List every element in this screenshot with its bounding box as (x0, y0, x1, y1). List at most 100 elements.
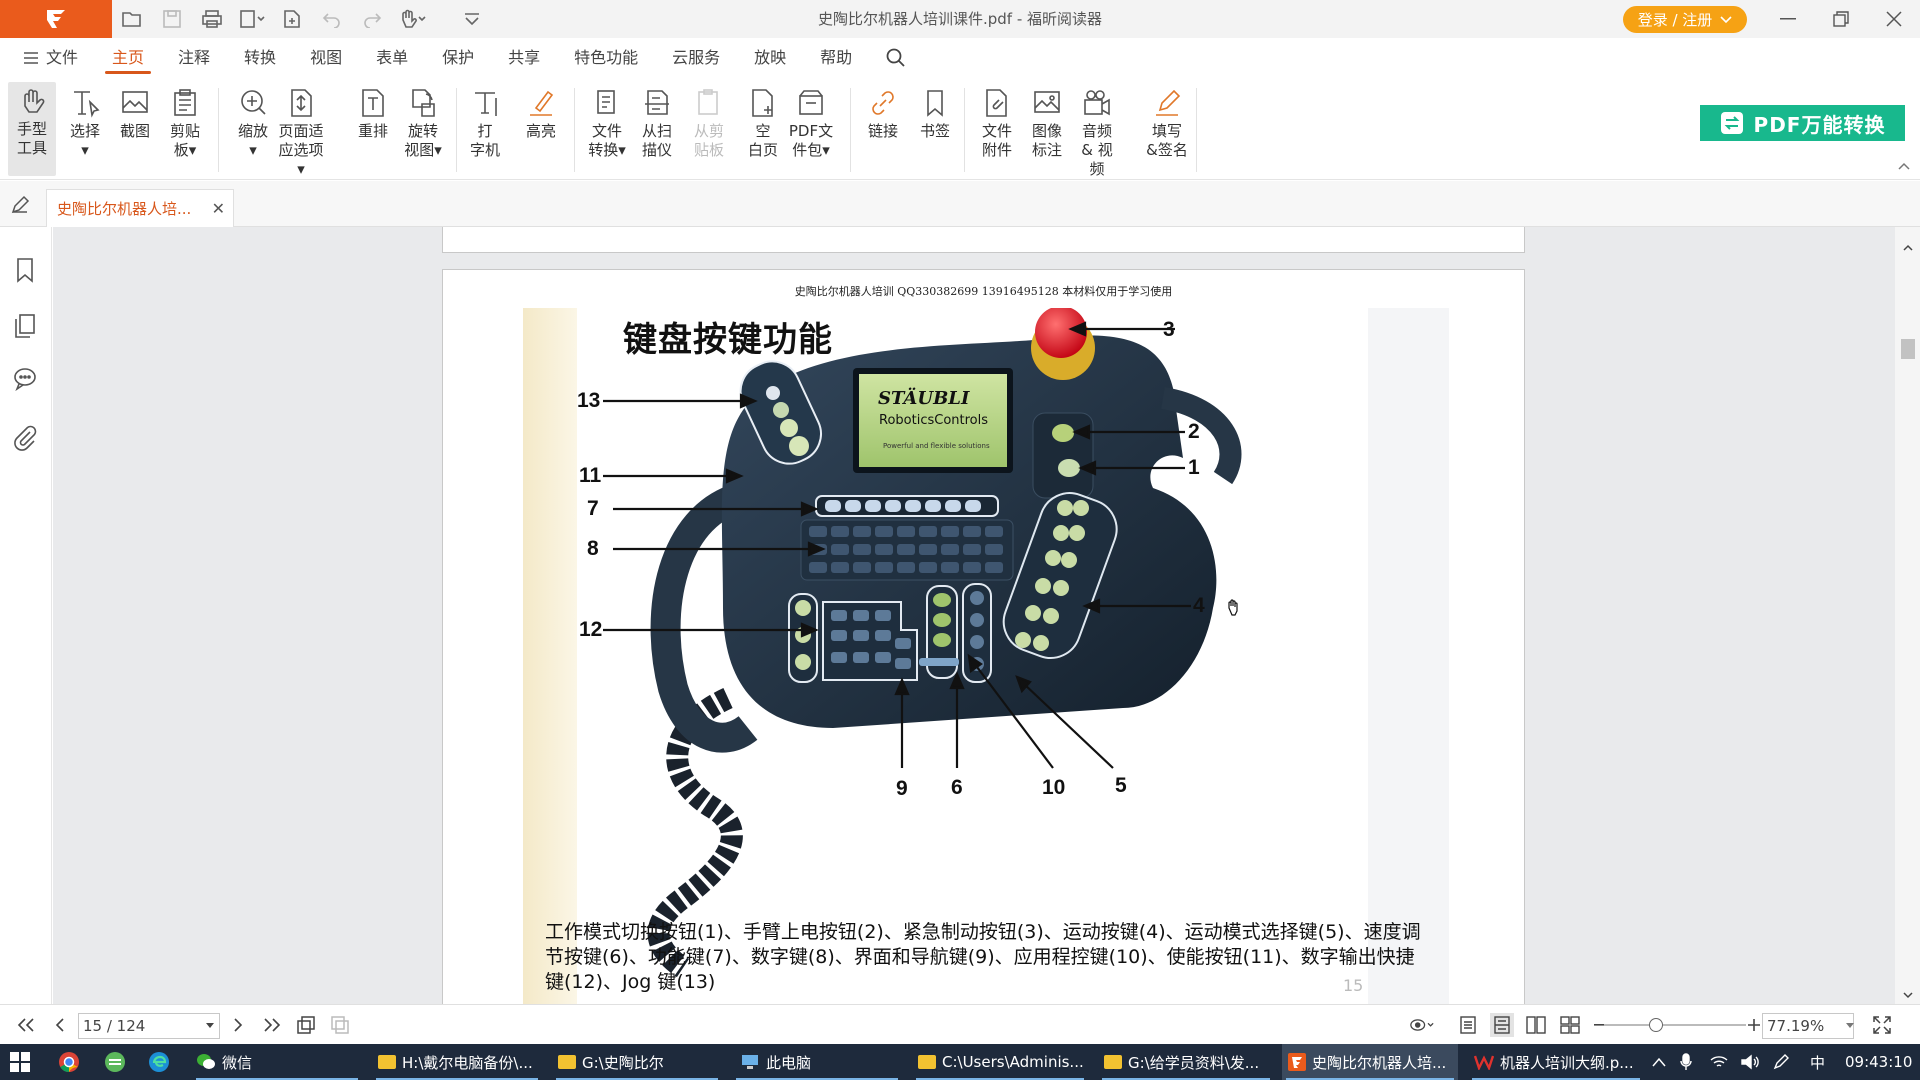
taskbar-wechat[interactable]: 微信 (192, 1044, 362, 1080)
ribbon-tool-highlight[interactable]: 高亮 (518, 84, 564, 141)
edit-pen-icon[interactable] (10, 195, 32, 217)
pages-panel-icon[interactable] (13, 313, 39, 339)
ribbon-tool-clipboard[interactable]: 剪贴 板▾ (162, 84, 208, 160)
foxit-logo-icon[interactable] (0, 0, 112, 38)
ribbon-tool-link[interactable]: 链接 (860, 84, 906, 141)
save-icon[interactable] (152, 0, 192, 38)
bookmark-panel-icon[interactable] (13, 257, 39, 283)
zoom-level-input[interactable]: 77.19% (1762, 1013, 1854, 1039)
ribbon-tool-rotate-view[interactable]: 旋转 视图▾ (400, 84, 446, 160)
document-viewer[interactable]: 史陶比尔机器人培训 QQ330382699 13916495128 本材料仅用于… (53, 227, 1895, 1004)
attachments-panel-icon[interactable] (13, 425, 39, 451)
ribbon-tool-audio-video[interactable]: 音频 & 视频 (1074, 84, 1120, 179)
menu-home[interactable]: 主页 (95, 38, 161, 78)
fullscreen-icon[interactable] (1870, 1013, 1894, 1037)
page-dropdown-icon[interactable] (206, 1023, 214, 1028)
menu-convert[interactable]: 转换 (227, 38, 293, 78)
ribbon-tool-file-attachment[interactable]: 文件 附件 (974, 84, 1020, 160)
tray-expand-icon[interactable] (1652, 1044, 1672, 1080)
ribbon-tool-pdf-package[interactable]: PDF文 件包▾ (788, 84, 834, 160)
ribbon-tool-fit-page[interactable]: 页面适 应选项▾ (278, 84, 324, 179)
windows-start-icon[interactable] (10, 1044, 36, 1080)
next-page-icon[interactable] (226, 1013, 250, 1037)
menu-view[interactable]: 视图 (293, 38, 359, 78)
hand-dropdown-icon[interactable] (392, 0, 432, 38)
restore-button[interactable] (1815, 0, 1867, 38)
last-page-icon[interactable] (260, 1013, 284, 1037)
ribbon-tool-file-convert[interactable]: 文件 转换▾ (584, 84, 630, 160)
search-icon[interactable] (869, 38, 923, 78)
taskbar-folder-materials[interactable]: G:\给学员资料\发... (1098, 1044, 1274, 1080)
continuous-facing-view-icon[interactable] (1558, 1013, 1582, 1037)
browser-360-icon[interactable] (104, 1044, 130, 1080)
page-number-input[interactable]: 15 / 124 (78, 1013, 220, 1039)
ribbon-tool-label: 重排 (357, 122, 388, 140)
ribbon-tool-bookmark[interactable]: 书签 (912, 84, 958, 141)
chrome-icon[interactable] (58, 1044, 84, 1080)
menu-help[interactable]: 帮助 (803, 38, 869, 78)
ribbon-tool-blank-page[interactable]: 空 白页 (740, 84, 786, 160)
taskbar-folder-g[interactable]: G:\史陶比尔 (552, 1044, 722, 1080)
close-tab-icon[interactable]: ✕ (212, 199, 225, 218)
collapse-ribbon-icon[interactable] (1898, 162, 1912, 172)
facing-view-icon[interactable] (1524, 1013, 1548, 1037)
customize-toolbar-icon[interactable] (452, 0, 492, 38)
taskbar-folder-users[interactable]: C:\Users\Adminis... (912, 1044, 1088, 1080)
taskbar-wps[interactable]: 机器人培训大纲.p... (1468, 1044, 1644, 1080)
menu-form[interactable]: 表单 (359, 38, 425, 78)
network-icon[interactable] (1710, 1044, 1732, 1080)
create-pdf-icon[interactable] (232, 0, 272, 38)
edge-icon[interactable] (148, 1044, 174, 1080)
scroll-down-icon[interactable] (1903, 992, 1913, 999)
undo-icon[interactable] (312, 0, 352, 38)
input-method-indicator[interactable]: 中 (1810, 1044, 1832, 1080)
zoom-slider-thumb[interactable] (1649, 1018, 1663, 1032)
ribbon-tool-from-clipboard[interactable]: 从剪 贴板 (686, 84, 732, 160)
comments-panel-icon[interactable] (13, 367, 39, 393)
menu-cloud[interactable]: 云服务 (655, 38, 737, 78)
document-tab[interactable]: 史陶比尔机器人培... ✕ (46, 189, 234, 227)
ribbon-tool-hand[interactable]: 手型 工具 (8, 82, 56, 176)
previous-page-icon[interactable] (48, 1013, 72, 1037)
pen-input-icon[interactable] (1772, 1044, 1794, 1080)
ribbon-tool-image-annotation[interactable]: 图像 标注 (1024, 84, 1070, 160)
ribbon-tool-select-text[interactable]: 选择 ▾ (62, 84, 108, 160)
taskbar-this-pc[interactable]: 此电脑 (732, 1044, 902, 1080)
menu-share[interactable]: 共享 (491, 38, 557, 78)
callout-5: 5 (1115, 774, 1127, 797)
minimize-button[interactable] (1762, 0, 1814, 38)
previous-view-icon[interactable] (294, 1013, 318, 1037)
redo-icon[interactable] (352, 0, 392, 38)
continuous-view-icon[interactable] (1490, 1013, 1514, 1037)
taskbar-foxit-reader[interactable]: 史陶比尔机器人培... (1282, 1044, 1458, 1080)
vertical-scrollbar[interactable] (1895, 227, 1920, 1004)
ribbon-tool-reflow[interactable]: 重排 (350, 84, 396, 141)
scroll-up-icon[interactable] (1903, 244, 1913, 251)
scroll-thumb[interactable] (1901, 339, 1915, 359)
microphone-icon[interactable] (1680, 1044, 1698, 1080)
menu-file[interactable]: 文件 (22, 38, 95, 78)
menu-comment[interactable]: 注释 (161, 38, 227, 78)
open-file-icon[interactable] (112, 0, 152, 38)
menu-protect[interactable]: 保护 (425, 38, 491, 78)
pdf-convert-button[interactable]: PDF万能转换 (1700, 105, 1905, 141)
volume-icon[interactable] (1740, 1044, 1762, 1080)
zoom-dropdown-icon[interactable] (1846, 1023, 1854, 1028)
menu-slideshow[interactable]: 放映 (737, 38, 803, 78)
ribbon-tool-typewriter[interactable]: 打 字机 (462, 84, 508, 160)
next-view-icon[interactable] (328, 1013, 352, 1037)
close-window-button[interactable] (1868, 0, 1920, 38)
eye-protection-icon[interactable] (1410, 1013, 1434, 1037)
ribbon-tool-zoom[interactable]: 缩放 ▾ (230, 84, 276, 160)
ribbon-tool-scanner[interactable]: 从扫 描仪 (634, 84, 680, 160)
zoom-slider-track[interactable] (1604, 1024, 1746, 1026)
ribbon-tool-fill-sign[interactable]: 填写 &签名 (1144, 84, 1190, 160)
menu-features[interactable]: 特色功能 (557, 38, 655, 78)
ribbon-tool-snapshot[interactable]: 截图 (112, 84, 158, 141)
login-button[interactable]: 登录 / 注册 (1623, 6, 1747, 33)
single-page-view-icon[interactable] (1456, 1013, 1480, 1037)
new-page-icon[interactable] (272, 0, 312, 38)
taskbar-folder-h[interactable]: H:\戴尔电脑备份\... (372, 1044, 542, 1080)
print-icon[interactable] (192, 0, 232, 38)
first-page-icon[interactable] (14, 1013, 38, 1037)
